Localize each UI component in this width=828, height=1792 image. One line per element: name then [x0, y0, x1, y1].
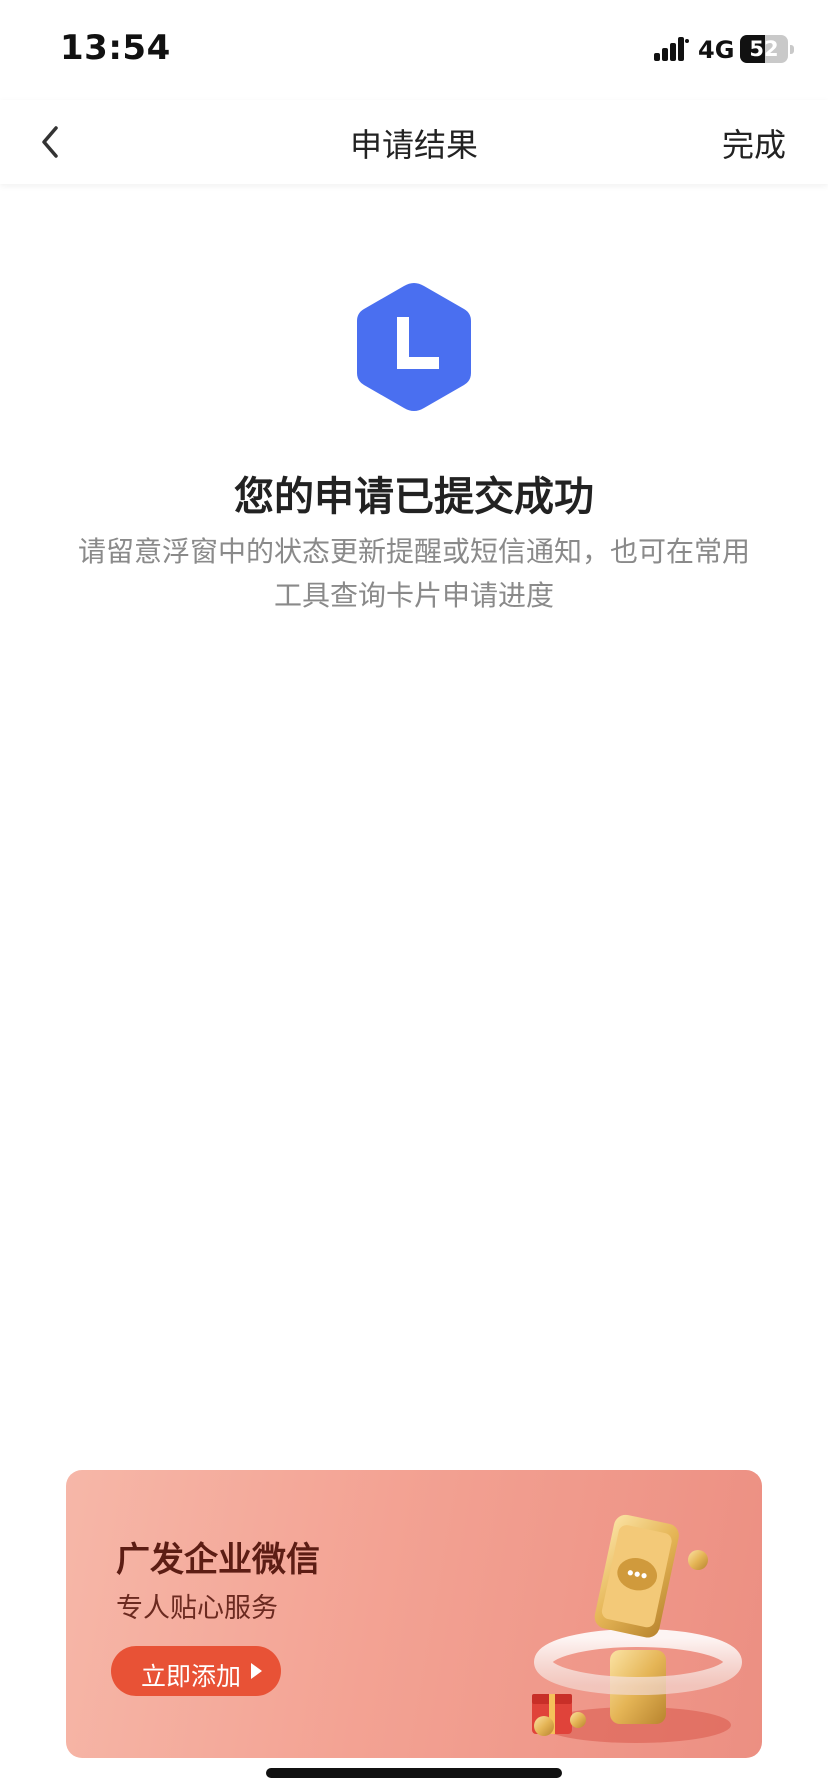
play-icon	[251, 1663, 262, 1679]
network-label: 4G	[698, 36, 735, 64]
nav-bar: 申请结果 完成	[0, 100, 828, 184]
hexagon-clock-icon	[357, 283, 471, 411]
signal-icon	[654, 37, 689, 61]
status-bar: 13:54 4G 52	[0, 0, 828, 100]
promo-title: 广发企业微信	[116, 1540, 320, 1580]
add-now-button[interactable]: 立即添加	[111, 1646, 281, 1696]
promo-subtitle: 专人贴心服务	[116, 1593, 278, 1624]
result-title: 您的申请已提交成功	[234, 474, 594, 520]
golden-phone-illustration	[532, 1514, 742, 1743]
result-description: 请留意浮窗中的状态更新提醒或短信通知，也可在常用工具查询卡片申请进度	[77, 535, 750, 612]
status-time: 13:54	[60, 28, 171, 68]
battery-icon: 52	[740, 35, 788, 63]
done-button[interactable]: 完成	[722, 120, 786, 166]
battery-level: 52	[749, 37, 779, 61]
battery-cap	[790, 45, 794, 54]
home-indicator	[266, 1768, 562, 1778]
page-title: 申请结果	[349, 126, 478, 164]
add-now-label: 立即添加	[141, 1662, 242, 1691]
promo-banner[interactable]: 广发企业微信 专人贴心服务 立即添加	[66, 1470, 762, 1758]
